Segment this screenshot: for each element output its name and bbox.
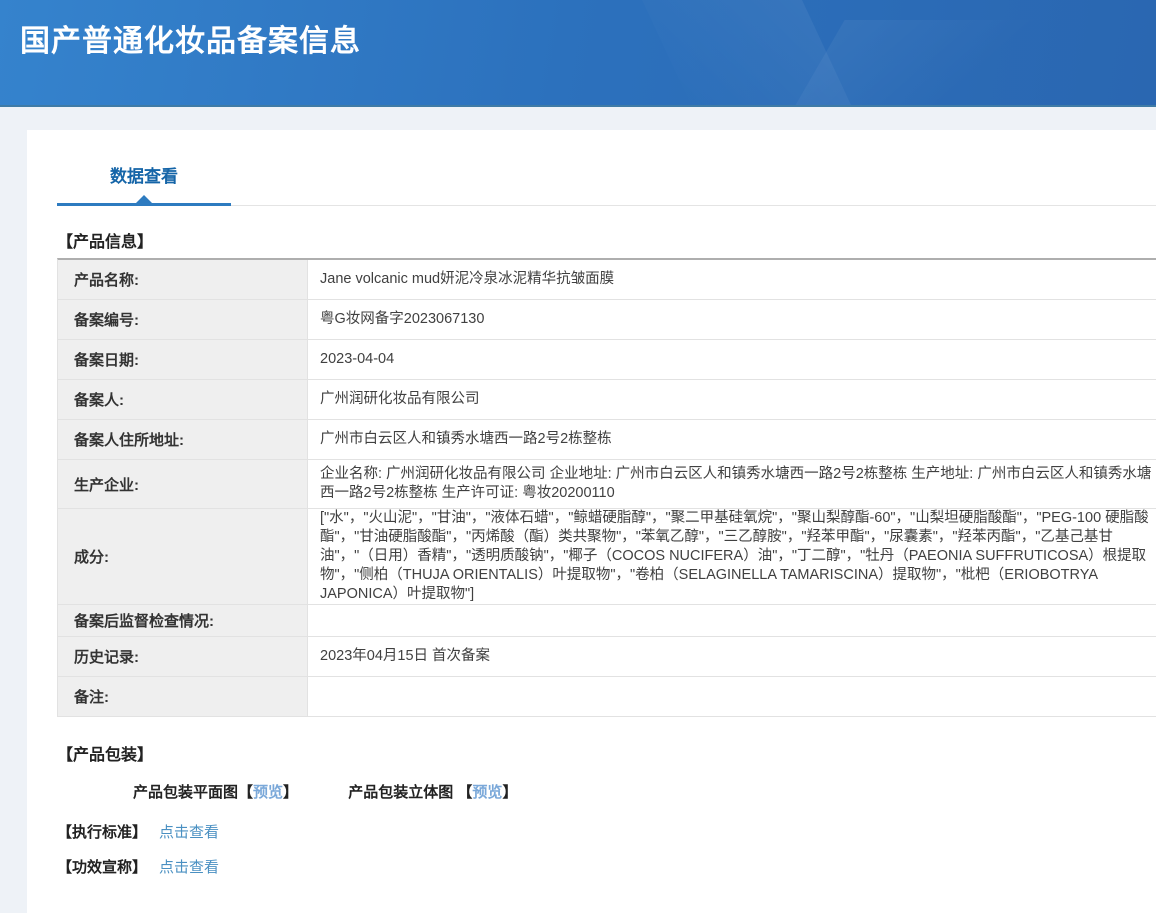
header-banner: 国产普通化妆品备案信息 [0, 0, 1156, 107]
table-row: 备案人住所地址: 广州市白云区人和镇秀水塘西一路2号2栋整栋 [58, 420, 1156, 460]
row-label: 生产企业: [58, 460, 308, 508]
exec-standard-row: 【执行标准】 点击查看 [57, 821, 1156, 842]
row-label: 备案人住所地址: [58, 420, 308, 459]
table-row: 生产企业: 企业名称: 广州润研化妆品有限公司 企业地址: 广州市白云区人和镇秀… [58, 460, 1156, 509]
row-value: 企业名称: 广州润研化妆品有限公司 企业地址: 广州市白云区人和镇秀水塘西一路2… [308, 460, 1156, 508]
table-row: 历史记录: 2023年04月15日 首次备案 [58, 637, 1156, 677]
table-row: 备案编号: 粤G妆网备字2023067130 [58, 300, 1156, 340]
page: 国产普通化妆品备案信息 数据查看 【产品信息】 产品名称: Jane volca… [0, 0, 1156, 913]
package-row: 产品包装平面图【预览】 产品包装立体图 【预览】 [133, 781, 1156, 802]
row-label: 成分: [58, 509, 308, 604]
tab-bar: 数据查看 [27, 130, 1156, 206]
table-row: 备案人: 广州润研化妆品有限公司 [58, 380, 1156, 420]
efficacy-claim-label: 【功效宣称】 [57, 856, 147, 877]
content-card: 数据查看 【产品信息】 产品名称: Jane volcanic mud妍泥冷泉冰… [27, 130, 1156, 913]
row-value: 2023年04月15日 首次备案 [308, 637, 1156, 676]
table-row: 成分: ["水"，"火山泥"，"甘油"，"液体石蜡"，"鲸蜡硬脂醇"，"聚二甲基… [58, 509, 1156, 605]
row-label: 历史记录: [58, 637, 308, 676]
section-title-product-info: 【产品信息】 [57, 228, 1156, 252]
efficacy-claim-row: 【功效宣称】 点击查看 [57, 856, 1156, 877]
row-value: 广州润研化妆品有限公司 [308, 380, 1156, 419]
row-label: 备案日期: [58, 340, 308, 379]
exec-standard-view-link[interactable]: 点击查看 [159, 821, 219, 842]
row-label: 备案后监督检查情况: [58, 605, 308, 636]
row-value: 广州市白云区人和镇秀水塘西一路2号2栋整栋 [308, 420, 1156, 459]
package-flat-image-item: 产品包装平面图【预览】 [133, 781, 298, 802]
exec-standard-label: 【执行标准】 [57, 821, 147, 842]
row-label: 备案编号: [58, 300, 308, 339]
row-value [308, 605, 1156, 636]
bracket-open: 【 [238, 784, 253, 801]
row-value [308, 677, 1156, 716]
row-value: 2023-04-04 [308, 340, 1156, 379]
package-3d-image-item: 产品包装立体图 【预览】 [348, 781, 517, 802]
tab-data-view-label: 数据查看 [110, 167, 178, 186]
tab-active-indicator-icon [136, 195, 152, 203]
row-label: 备案人: [58, 380, 308, 419]
product-info-table: 产品名称: Jane volcanic mud妍泥冷泉冰泥精华抗皱面膜 备案编号… [57, 258, 1156, 717]
table-row: 备案日期: 2023-04-04 [58, 340, 1156, 380]
package-3d-image-preview-link[interactable]: 预览 [472, 784, 502, 801]
row-value: Jane volcanic mud妍泥冷泉冰泥精华抗皱面膜 [308, 260, 1156, 299]
table-row: 备注: [58, 677, 1156, 717]
bracket-close: 】 [283, 784, 298, 801]
section-title-product-package: 【产品包装】 [57, 741, 1156, 765]
package-3d-image-label: 产品包装立体图 [348, 784, 457, 801]
bracket-open: 【 [457, 784, 472, 801]
row-value: ["水"，"火山泥"，"甘油"，"液体石蜡"，"鲸蜡硬脂醇"，"聚二甲基硅氧烷"… [308, 509, 1156, 604]
tab-data-view[interactable]: 数据查看 [57, 162, 231, 206]
bracket-close: 】 [502, 784, 517, 801]
table-row: 备案后监督检查情况: [58, 605, 1156, 637]
row-value: 粤G妆网备字2023067130 [308, 300, 1156, 339]
package-flat-image-label: 产品包装平面图 [133, 784, 238, 801]
efficacy-claim-view-link[interactable]: 点击查看 [159, 856, 219, 877]
package-flat-image-preview-link[interactable]: 预览 [253, 784, 283, 801]
row-label: 备注: [58, 677, 308, 716]
table-row: 产品名称: Jane volcanic mud妍泥冷泉冰泥精华抗皱面膜 [58, 260, 1156, 300]
row-label: 产品名称: [58, 260, 308, 299]
card-inner: 【产品信息】 产品名称: Jane volcanic mud妍泥冷泉冰泥精华抗皱… [27, 228, 1156, 877]
